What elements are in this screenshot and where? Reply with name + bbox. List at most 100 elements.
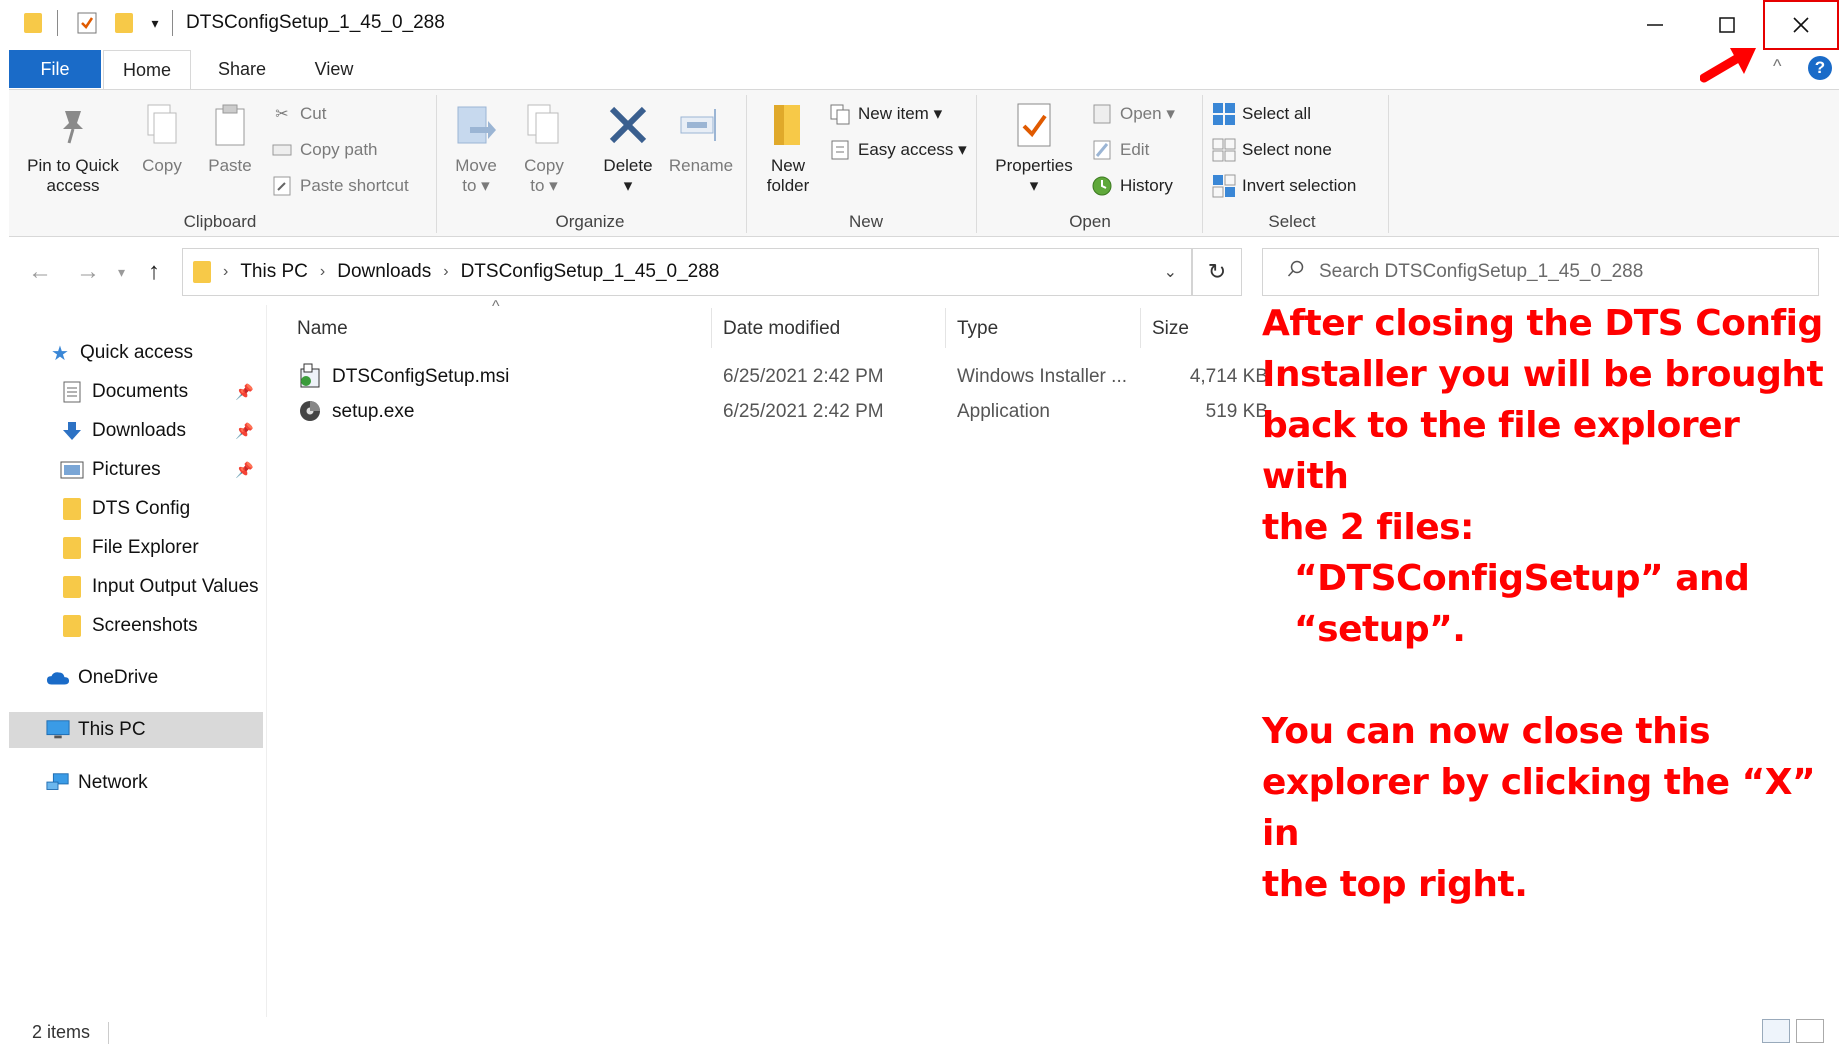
divider[interactable] bbox=[711, 308, 712, 348]
collapse-ribbon-icon[interactable]: ^ bbox=[1773, 56, 1781, 77]
divider[interactable] bbox=[1140, 308, 1141, 348]
copy-to-icon bbox=[522, 100, 566, 150]
properties-icon bbox=[1012, 100, 1056, 150]
large-icons-view-icon[interactable] bbox=[1796, 1019, 1824, 1043]
edit-button[interactable]: Edit bbox=[1090, 136, 1149, 164]
properties-button[interactable]: Properties ▾ bbox=[988, 100, 1080, 196]
sort-ascending-icon: ^ bbox=[492, 298, 500, 315]
table-row[interactable]: DTSConfigSetup.msi 6/25/2021 2:42 PM Win… bbox=[290, 360, 1290, 394]
nav-documents[interactable]: Documents 📌 bbox=[0, 374, 262, 410]
group-label-select: Select bbox=[1268, 212, 1316, 231]
address-bar[interactable]: › This PC › Downloads › DTSConfigSetup_1… bbox=[182, 248, 1192, 296]
nav-dts-config[interactable]: DTS Config bbox=[0, 491, 262, 527]
search-icon bbox=[1287, 260, 1305, 284]
history-button[interactable]: History bbox=[1090, 172, 1173, 200]
customize-toolbar-icon[interactable]: ▾ bbox=[144, 12, 166, 34]
recent-locations-icon[interactable]: ▾ bbox=[118, 264, 125, 281]
help-icon[interactable]: ? bbox=[1808, 56, 1832, 80]
paste-button[interactable]: Paste bbox=[202, 100, 258, 176]
nav-input-output-values[interactable]: Input Output Values bbox=[0, 569, 262, 605]
tab-home[interactable]: Home bbox=[103, 50, 191, 90]
forward-arrow-icon[interactable]: → bbox=[76, 258, 100, 286]
column-header-type[interactable]: Type bbox=[957, 318, 998, 340]
breadcrumb-this-pc[interactable]: This PC bbox=[240, 261, 308, 283]
select-all-button[interactable]: Select all bbox=[1212, 100, 1311, 128]
tab-view[interactable]: View bbox=[290, 50, 378, 88]
nav-screenshots[interactable]: Screenshots bbox=[0, 608, 262, 644]
close-button[interactable] bbox=[1763, 0, 1839, 50]
group-label-open: Open bbox=[1069, 212, 1111, 231]
cut-button[interactable]: ✂ Cut bbox=[270, 100, 326, 128]
folder-icon bbox=[60, 575, 84, 599]
annotation-line: You can now close this bbox=[1262, 711, 1711, 752]
annotation-line: “DTSConfigSetup” and bbox=[1294, 558, 1750, 599]
column-header-size[interactable]: Size bbox=[1152, 318, 1189, 340]
divider bbox=[1202, 95, 1203, 233]
search-input[interactable]: Search DTSConfigSetup_1_45_0_288 bbox=[1262, 248, 1819, 296]
copy-icon bbox=[140, 100, 184, 150]
pin-icon[interactable]: 📌 bbox=[235, 422, 254, 440]
annotation-line: the top right. bbox=[1262, 864, 1528, 905]
new-folder-button[interactable]: New folder bbox=[752, 100, 824, 196]
title-bar: ▾ DTSConfigSetup_1_45_0_288 bbox=[0, 0, 1839, 50]
new-item-button[interactable]: New item ▾ bbox=[828, 100, 942, 128]
search-placeholder: Search DTSConfigSetup_1_45_0_288 bbox=[1319, 261, 1644, 282]
table-row[interactable]: setup.exe 6/25/2021 2:42 PM Application … bbox=[290, 395, 1290, 429]
divider bbox=[976, 95, 977, 233]
folder-icon bbox=[60, 536, 84, 560]
pin-icon[interactable]: 📌 bbox=[235, 461, 254, 479]
annotation-line: back to the file explorer with bbox=[1262, 405, 1740, 497]
column-header-name[interactable]: Name bbox=[297, 318, 348, 340]
annotation-line: the 2 files: bbox=[1262, 507, 1474, 548]
nav-this-pc[interactable]: This PC bbox=[9, 712, 263, 748]
move-to-button[interactable]: Move to ▾ bbox=[446, 100, 506, 196]
breadcrumb-current[interactable]: DTSConfigSetup_1_45_0_288 bbox=[461, 261, 720, 283]
computer-icon bbox=[46, 718, 70, 742]
divider bbox=[57, 10, 58, 36]
nav-quick-access[interactable]: ★ Quick access bbox=[0, 335, 262, 371]
file-name: DTSConfigSetup.msi bbox=[332, 366, 510, 387]
copy-path-button[interactable]: Copy path bbox=[270, 136, 378, 164]
file-name: setup.exe bbox=[332, 401, 415, 422]
minimize-button[interactable] bbox=[1619, 0, 1691, 50]
file-size: 4,714 KB bbox=[1189, 366, 1268, 387]
pin-to-quick-access-button[interactable]: Pin to Quick access bbox=[18, 100, 128, 196]
refresh-button[interactable]: ↻ bbox=[1192, 248, 1242, 296]
nav-file-explorer[interactable]: File Explorer bbox=[0, 530, 262, 566]
folder-icon bbox=[60, 614, 84, 638]
column-header-date[interactable]: Date modified bbox=[723, 318, 840, 340]
divider[interactable] bbox=[945, 308, 946, 348]
copy-to-button[interactable]: Copy to ▾ bbox=[514, 100, 574, 196]
delete-x-icon bbox=[606, 100, 650, 150]
nav-onedrive[interactable]: OneDrive bbox=[0, 660, 262, 696]
annotation-spacer bbox=[1262, 655, 1832, 706]
tab-share[interactable]: Share bbox=[198, 50, 286, 88]
file-type: Application bbox=[957, 401, 1050, 422]
copy-button[interactable]: Copy bbox=[134, 100, 190, 176]
group-label-clipboard: Clipboard bbox=[183, 212, 257, 231]
chevron-down-icon[interactable]: ⌄ bbox=[1164, 262, 1177, 282]
nav-pictures[interactable]: Pictures 📌 bbox=[0, 452, 262, 488]
rename-button[interactable]: Rename bbox=[666, 100, 736, 176]
tab-file[interactable]: File bbox=[9, 50, 101, 88]
paste-shortcut-button[interactable]: Paste shortcut bbox=[270, 172, 409, 200]
invert-selection-button[interactable]: Invert selection bbox=[1212, 172, 1356, 200]
pin-icon[interactable]: 📌 bbox=[235, 383, 254, 401]
new-folder-quick-icon[interactable] bbox=[113, 12, 135, 34]
breadcrumb-downloads[interactable]: Downloads bbox=[337, 261, 431, 283]
nav-network[interactable]: Network bbox=[0, 765, 262, 801]
open-button[interactable]: Open ▾ bbox=[1090, 100, 1175, 128]
divider bbox=[172, 10, 173, 36]
details-view-icon[interactable] bbox=[1762, 1019, 1790, 1043]
documents-icon bbox=[60, 380, 84, 404]
nav-downloads[interactable]: Downloads 📌 bbox=[0, 413, 262, 449]
back-arrow-icon[interactable]: ← bbox=[28, 258, 52, 286]
delete-button[interactable]: Delete ▾ bbox=[596, 100, 660, 196]
select-none-button[interactable]: Select none bbox=[1212, 136, 1332, 164]
maximize-button[interactable] bbox=[1691, 0, 1763, 50]
easy-access-button[interactable]: Easy access ▾ bbox=[828, 136, 967, 164]
star-icon: ★ bbox=[51, 342, 69, 365]
properties-quick-icon[interactable] bbox=[76, 12, 98, 34]
up-arrow-icon[interactable]: ↑ bbox=[148, 258, 160, 286]
chevron-right-icon: › bbox=[319, 263, 326, 280]
